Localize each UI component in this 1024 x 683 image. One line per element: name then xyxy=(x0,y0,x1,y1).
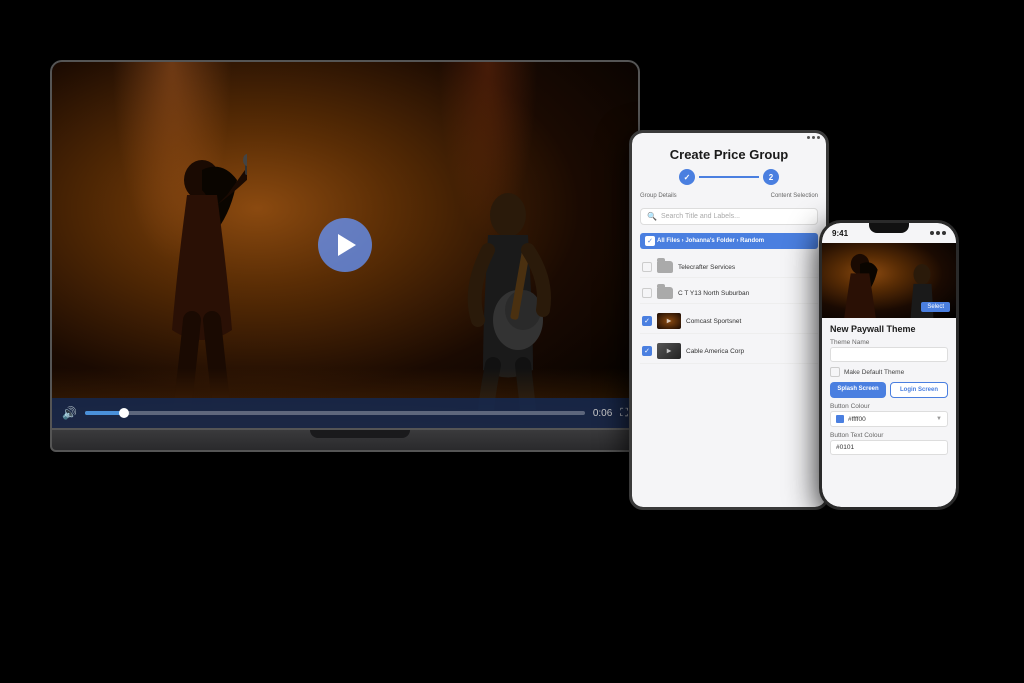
phone-screen: 9:41 xyxy=(822,223,956,507)
progress-bar[interactable] xyxy=(85,411,585,415)
button-color-label: Button Colour xyxy=(830,403,948,410)
video-thumb-4 xyxy=(657,343,681,359)
signal-bar-2 xyxy=(936,231,940,235)
play-button[interactable] xyxy=(318,218,372,272)
button-color-value: #ffff00 xyxy=(836,415,866,423)
main-scene: 🔊 0:06 ⛶ xyxy=(0,0,1024,683)
laptop-device: 🔊 0:06 ⛶ xyxy=(50,60,670,480)
volume-icon[interactable]: 🔊 xyxy=(62,406,77,420)
file-name-3: Comcast Sportsnet xyxy=(686,318,816,325)
folder-icon-1 xyxy=(657,261,673,273)
theme-name-label: Theme Name xyxy=(830,339,948,346)
breadcrumb-checkbox[interactable]: ✓ xyxy=(645,236,655,246)
phone-concert-image: Select xyxy=(822,243,956,318)
file-checkbox-1[interactable] xyxy=(642,262,652,272)
color-swatch xyxy=(836,415,844,423)
steps-indicator: ✓ 2 xyxy=(640,169,818,185)
login-screen-btn[interactable]: Login Screen xyxy=(890,382,948,398)
play-icon xyxy=(338,234,356,256)
theme-name-input[interactable] xyxy=(830,347,948,362)
laptop-screen: 🔊 0:06 ⛶ xyxy=(52,62,638,428)
step-1-label: Group Details xyxy=(640,193,677,199)
file-row-1[interactable]: Telecrafter Services xyxy=(640,257,818,278)
phone-notch xyxy=(869,223,909,233)
phone-status-icons xyxy=(930,231,946,235)
battery-icon xyxy=(817,136,820,139)
tablet-page-title: Create Price Group xyxy=(640,147,818,162)
theme-name-field-group: Theme Name xyxy=(830,339,948,362)
search-placeholder: Search Title and Labels... xyxy=(661,213,740,220)
video-thumb-3 xyxy=(657,313,681,329)
tablet-status-bar xyxy=(632,133,826,141)
file-name-1: Telecrafter Services xyxy=(678,264,816,271)
phone-form-title: New Paywall Theme xyxy=(830,324,948,334)
video-content: 🔊 0:06 ⛶ xyxy=(52,62,638,428)
file-row-4[interactable]: ✓ Cable America Corp xyxy=(640,339,818,364)
phone-content: Select New Paywall Theme Theme Name Make… xyxy=(822,243,956,507)
default-theme-label: Make Default Theme xyxy=(844,369,904,376)
button-text-color-field-group: Button Text Colour #0101 xyxy=(830,432,948,455)
progress-dot xyxy=(119,408,129,418)
button-color-field-group: Button Colour #ffff00 ▼ xyxy=(830,403,948,427)
file-name-4: Cable America Corp xyxy=(686,348,816,355)
signal-icon xyxy=(807,136,810,139)
time-display: 0:06 xyxy=(593,408,612,419)
file-row-3[interactable]: ✓ Comcast Sportsnet xyxy=(640,309,818,334)
breadcrumb-text: All Files › Johanna's Folder › Random xyxy=(657,238,764,244)
phone-concert-action-btn[interactable]: Select xyxy=(921,302,950,312)
phone-singer-icon xyxy=(835,253,885,318)
button-color-dropdown[interactable]: #ffff00 ▼ xyxy=(830,411,948,427)
laptop-notch xyxy=(310,430,410,438)
phone-device: 9:41 xyxy=(819,220,959,510)
file-checkbox-2[interactable] xyxy=(642,288,652,298)
tablet-screen: Create Price Group ✓ 2 Group Details Con… xyxy=(632,133,826,507)
laptop-base xyxy=(50,430,670,452)
folder-icon-2 xyxy=(657,287,673,299)
step-2-label: Content Selection xyxy=(771,193,818,199)
signal-bar-1 xyxy=(930,231,934,235)
step-line xyxy=(699,176,759,178)
laptop-screen-body: 🔊 0:06 ⛶ xyxy=(50,60,640,430)
tablet-device: Create Price Group ✓ 2 Group Details Con… xyxy=(629,130,829,510)
dropdown-chevron: ▼ xyxy=(936,416,942,422)
battery-status xyxy=(942,231,946,235)
phone-form: New Paywall Theme Theme Name Make Defaul… xyxy=(822,318,956,507)
default-theme-row: Make Default Theme xyxy=(830,367,948,377)
wifi-icon xyxy=(812,136,815,139)
video-controls-bar: 🔊 0:06 ⛶ xyxy=(52,398,638,428)
button-text-color-label: Button Text Colour xyxy=(830,432,948,439)
button-text-color-input[interactable]: #0101 xyxy=(830,440,948,455)
step-1-check: ✓ xyxy=(684,173,691,182)
phone-time: 9:41 xyxy=(832,229,848,238)
step-2-circle: 2 xyxy=(763,169,779,185)
search-icon: 🔍 xyxy=(647,212,657,221)
splash-screen-btn[interactable]: Splash Screen xyxy=(830,382,886,398)
file-row-2[interactable]: C T Y13 North Suburban xyxy=(640,283,818,304)
file-name-2: C T Y13 North Suburban xyxy=(678,290,816,297)
breadcrumb-row: ✓ All Files › Johanna's Folder › Random xyxy=(640,233,818,249)
file-checkbox-3[interactable]: ✓ xyxy=(642,316,652,326)
search-bar[interactable]: 🔍 Search Title and Labels... xyxy=(640,208,818,225)
step-2-number: 2 xyxy=(769,173,773,182)
default-theme-checkbox[interactable] xyxy=(830,367,840,377)
screen-type-buttons: Splash Screen Login Screen xyxy=(830,382,948,398)
tablet-content: Create Price Group ✓ 2 Group Details Con… xyxy=(632,141,826,507)
fullscreen-icon[interactable]: ⛶ xyxy=(620,407,628,420)
progress-fill xyxy=(85,411,125,415)
file-checkbox-4[interactable]: ✓ xyxy=(642,346,652,356)
step-labels: Group Details Content Selection xyxy=(640,193,818,199)
step-1-circle: ✓ xyxy=(679,169,695,185)
